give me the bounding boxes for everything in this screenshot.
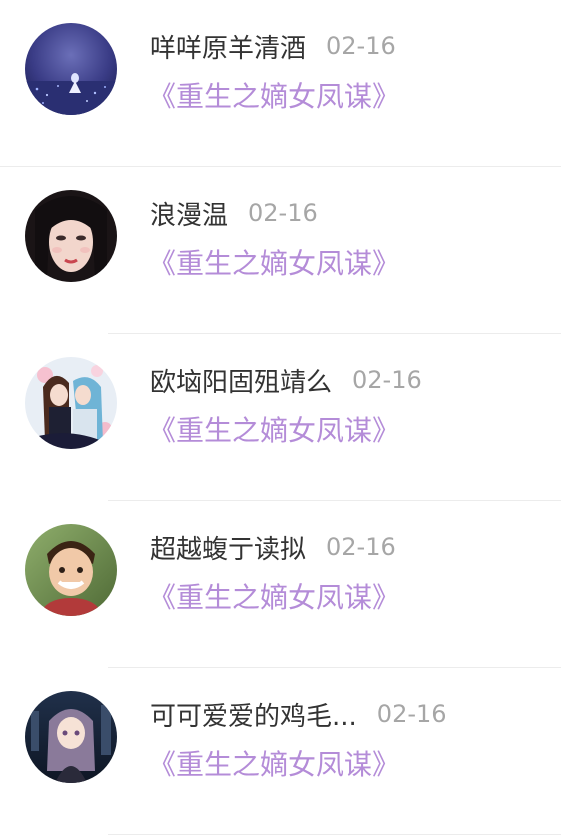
- comment-header: 可可爱爱的鸡毛... 02-16: [150, 695, 447, 733]
- username[interactable]: 浪漫温: [150, 195, 228, 232]
- comment-list: 咩咩原羊清酒 02-16 《重生之嫡女凤谋》 浪漫温 02-16 《重生之嫡女凤…: [0, 0, 561, 835]
- book-title-link[interactable]: 《重生之嫡女凤谋》: [148, 409, 400, 449]
- comment-header: 欧垴阳固殂靖么 02-16: [150, 361, 422, 399]
- anime-girl-avatar-icon: [25, 691, 117, 783]
- comment-header: 超越蝮亍读拟 02-16: [150, 528, 396, 566]
- username[interactable]: 超越蝮亍读拟: [150, 529, 306, 566]
- username[interactable]: 可可爱爱的鸡毛...: [150, 696, 357, 733]
- comment-header: 浪漫温 02-16: [150, 194, 318, 232]
- book-title-link[interactable]: 《重生之嫡女凤谋》: [148, 576, 400, 616]
- avatar[interactable]: [25, 190, 117, 282]
- comment-header: 咩咩原羊清酒 02-16: [150, 27, 396, 65]
- username[interactable]: 咩咩原羊清酒: [150, 28, 306, 65]
- comment-item[interactable]: 欧垴阳固殂靖么 02-16 《重生之嫡女凤谋》: [0, 334, 561, 501]
- book-title-link[interactable]: 《重生之嫡女凤谋》: [148, 75, 400, 115]
- comment-item[interactable]: 咩咩原羊清酒 02-16 《重生之嫡女凤谋》: [0, 0, 561, 167]
- comment-date: 02-16: [352, 366, 422, 394]
- anime-couple-avatar-icon: [25, 357, 117, 449]
- dark-hair-girl-avatar-icon: [25, 190, 117, 282]
- comment-date: 02-16: [326, 32, 396, 60]
- comment-date: 02-16: [376, 700, 447, 728]
- comment-item[interactable]: 浪漫温 02-16 《重生之嫡女凤谋》: [0, 167, 561, 334]
- avatar[interactable]: [25, 357, 117, 449]
- night-field-girl-avatar-icon: [25, 23, 117, 115]
- username[interactable]: 欧垴阳固殂靖么: [150, 362, 332, 399]
- comment-date: 02-16: [326, 533, 396, 561]
- avatar[interactable]: [25, 23, 117, 115]
- book-title-link[interactable]: 《重生之嫡女凤谋》: [148, 242, 400, 282]
- avatar[interactable]: [25, 524, 117, 616]
- comment-date: 02-16: [248, 199, 318, 227]
- smiling-boy-avatar-icon: [25, 524, 117, 616]
- comment-item[interactable]: 超越蝮亍读拟 02-16 《重生之嫡女凤谋》: [0, 501, 561, 668]
- comment-item[interactable]: 可可爱爱的鸡毛... 02-16 《重生之嫡女凤谋》: [0, 668, 561, 835]
- book-title-link[interactable]: 《重生之嫡女凤谋》: [148, 743, 400, 783]
- avatar[interactable]: [25, 691, 117, 783]
